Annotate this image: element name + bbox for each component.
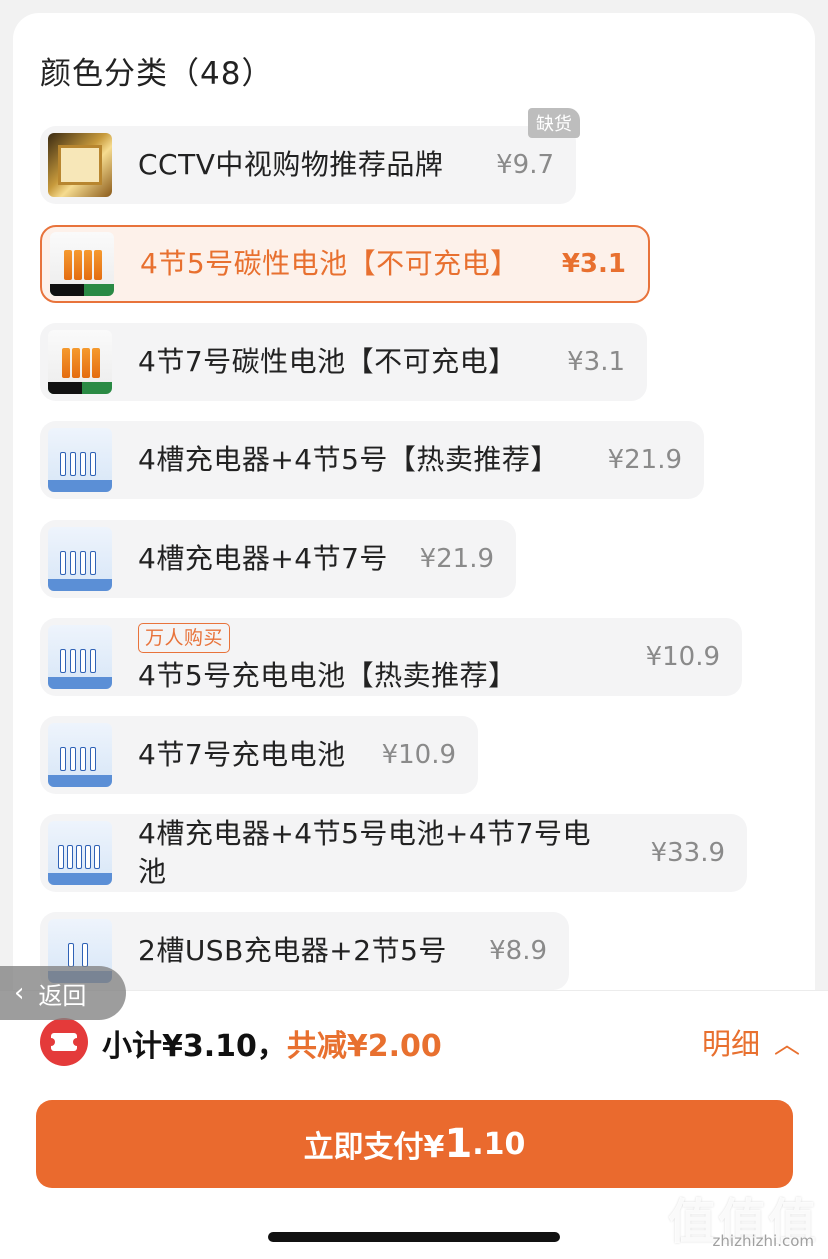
sku-option-cctv[interactable]: CCTV中视购物推荐品牌 ¥9.7 缺货 [40,108,580,204]
sku-option-label: 4节7号充电电池 [138,738,346,771]
discount-value: 共减¥2.00 [286,1029,442,1064]
sku-option-carbon-aa[interactable]: 4节5号碳性电池【不可充电】 ¥3.1 [40,225,650,303]
detail-label: 明细 [701,1027,760,1061]
pay-amount-int: 1 [444,1121,473,1167]
section-title: 颜色分类（48） [40,56,274,92]
sku-option-price: ¥3.1 [561,249,626,279]
sku-option-label: 4节5号充电电池【热卖推荐】 [138,659,517,692]
product-thumbnail [48,428,112,492]
sku-option-label: CCTV中视购物推荐品牌 [138,148,444,181]
hot-sale-tag: 万人购买 [138,623,231,653]
sku-option-label: 2槽USB充电器+2节5号 [138,934,447,967]
chevron-left-icon: ‹ [14,978,25,1008]
sku-option-label: 4节7号碳性电池【不可充电】 [138,345,517,378]
sku-option-charger-combo[interactable]: 4槽充电器+4节5号电池+4节7号电池 ¥33.9 [40,814,747,892]
sku-option-label: 4节5号碳性电池【不可充电】 [140,247,519,280]
sku-option-label: 4槽充电器+4节7号 [138,542,388,575]
pay-label: 立即支付¥ [303,1130,445,1165]
product-thumbnail [50,232,114,296]
coupon-icon [40,1018,88,1066]
sku-option-price: ¥10.9 [645,642,720,672]
sku-option-carbon-aaa[interactable]: 4节7号碳性电池【不可充电】 ¥3.1 [40,323,647,401]
sku-option-label: 4槽充电器+4节5号【热卖推荐】 [138,443,559,476]
sku-option-label: 4槽充电器+4节5号电池+4节7号电池 [138,817,591,888]
detail-toggle[interactable]: 明细 ︿ [702,1021,800,1063]
pay-amount-dec: .10 [472,1126,526,1162]
sku-option-price: ¥33.9 [650,838,725,868]
back-label: 返回 [38,981,87,1010]
sku-option-label-wrap: 万人购买 4节5号充电电池【热卖推荐】 [138,619,608,695]
sku-option-charger-aa[interactable]: 4槽充电器+4节5号【热卖推荐】 ¥21.9 [40,421,704,499]
product-thumbnail [48,821,112,885]
sku-option-charger-aaa[interactable]: 4槽充电器+4节7号 ¥21.9 [40,520,516,598]
sku-option-price: ¥9.7 [496,150,554,180]
sku-option-rechargeable-aaa[interactable]: 4节7号充电电池 ¥10.9 [40,716,478,794]
watermark-url: zhizhizhi.com [712,1232,814,1250]
product-thumbnail [48,723,112,787]
product-thumbnail [48,625,112,689]
sku-option-rechargeable-aa[interactable]: 万人购买 4节5号充电电池【热卖推荐】 ¥10.9 [40,618,742,696]
sku-option-price: ¥3.1 [567,347,625,377]
home-indicator [268,1232,560,1242]
subtotal-text: 小计¥3.10，共减¥2.00 [102,1021,442,1065]
product-thumbnail [48,330,112,394]
back-button[interactable]: ‹ 返回 [0,966,126,1020]
sku-option-price: ¥8.9 [489,936,547,966]
sku-option-price: ¥21.9 [607,445,682,475]
sku-option-price: ¥10.9 [381,740,456,770]
product-thumbnail [48,527,112,591]
chevron-up-icon: ︿ [773,1029,800,1060]
product-thumbnail [48,133,112,197]
pay-now-button[interactable]: 立即支付¥ 1.10 [36,1100,793,1188]
sku-option-price: ¥21.9 [419,544,494,574]
out-of-stock-badge: 缺货 [528,108,580,138]
subtotal-value: 小计¥3.10， [102,1029,287,1064]
